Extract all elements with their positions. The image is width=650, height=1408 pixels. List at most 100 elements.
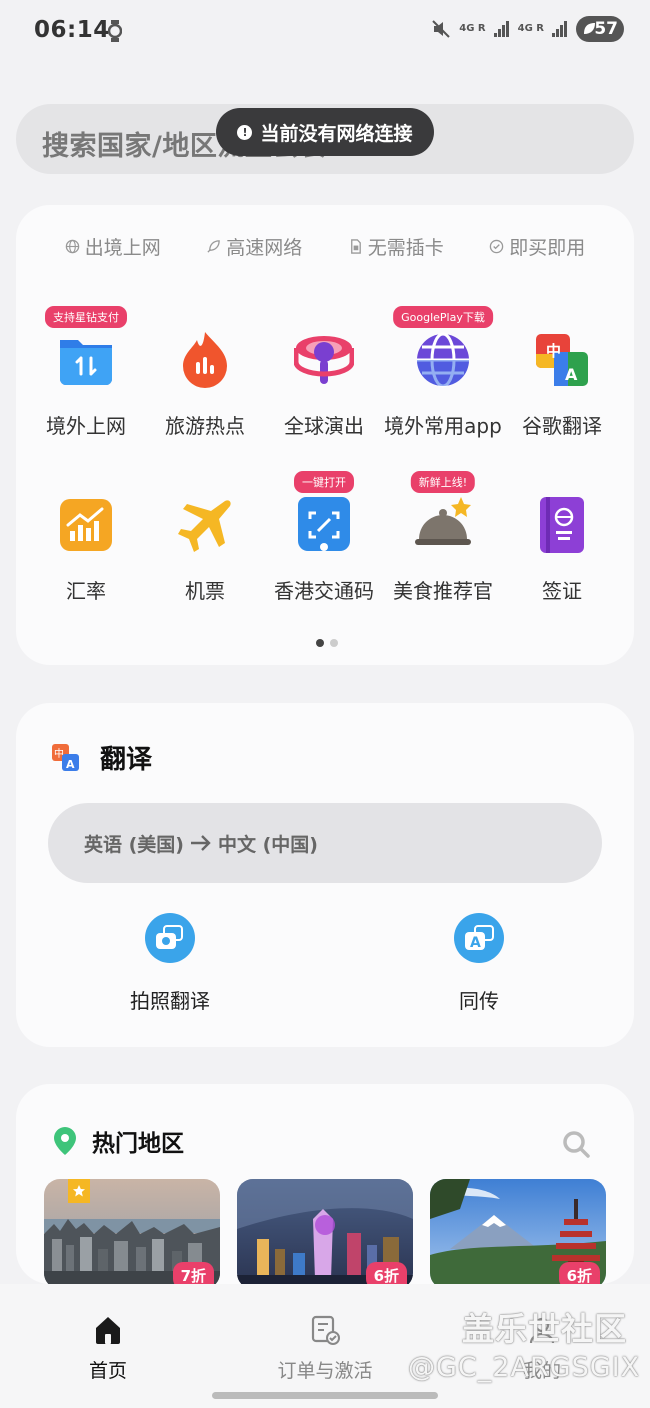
order-icon — [311, 1315, 340, 1345]
status-time: 06:14 — [34, 17, 110, 43]
service-badge: GooglePlay下载 — [393, 306, 493, 328]
service-global-shows[interactable]: 全球演出 — [264, 330, 384, 439]
airplane-icon — [178, 500, 231, 552]
signal-icon — [552, 21, 567, 37]
service-hk-transit-code[interactable]: 一键打开 香港交通码 — [264, 471, 384, 604]
feature-item: 无需插卡 — [348, 233, 444, 260]
target-language: 中文 (中国) — [217, 833, 318, 856]
hot-regions-title: 热门地区 — [92, 1131, 184, 1157]
rocket-icon — [207, 240, 221, 253]
search-icon[interactable] — [562, 1130, 590, 1158]
tool-photo-translate[interactable]: 拍照翻译 — [100, 913, 240, 1014]
google-translate-icon: 中 A — [536, 334, 588, 386]
hot-regions-header: 热门地区 — [54, 1124, 184, 1158]
tool-label: 拍照翻译 — [130, 989, 210, 1013]
tool-label: 同传 — [459, 989, 499, 1013]
exchange-chart-icon — [60, 499, 112, 551]
nav-orders[interactable]: 订单与激活 — [255, 1314, 395, 1383]
network-label-1: 4G R — [459, 23, 486, 34]
watch-icon — [108, 20, 122, 42]
service-label: 汇率 — [66, 579, 106, 603]
translate-title: 翻译 — [100, 745, 153, 775]
home-icon — [96, 1317, 120, 1344]
service-overseas-internet[interactable]: 支持星钻支付 境外上网 — [26, 306, 146, 439]
watermark-user: @GC_2ARGSGIX — [408, 1352, 641, 1383]
translate-card: 中 A 翻译 英语 (美国) 中文 (中国) 拍照翻译 A 同传 — [16, 703, 634, 1047]
microphone-icon — [293, 336, 355, 384]
service-label: 境外上网 — [46, 414, 126, 438]
tool-simultaneous[interactable]: A 同传 — [409, 913, 549, 1014]
service-label: 旅游热点 — [165, 414, 245, 438]
feature-item: 即买即用 — [489, 233, 585, 260]
discount-badge: 6折 — [365, 1262, 407, 1284]
nav-label: 首页 — [88, 1360, 127, 1382]
translate-icon: 中 A — [52, 743, 79, 771]
destination-japan[interactable]: 6折 — [430, 1179, 606, 1284]
page-indicator — [316, 639, 338, 647]
feature-label: 高速网络 — [226, 237, 303, 259]
watermark-brand: 盖乐世社区 — [462, 1310, 628, 1348]
toast-text: 当前没有网络连接 — [260, 122, 413, 145]
service-food-recommend[interactable]: 新鲜上线! 美食推荐官 — [383, 471, 503, 604]
service-badge: 新鲜上线! — [410, 471, 476, 493]
check-circle-icon — [489, 239, 504, 254]
location-pin-icon — [54, 1127, 76, 1155]
feature-label: 无需插卡 — [367, 237, 444, 259]
service-label: 签证 — [542, 579, 582, 603]
svg-text:A: A — [66, 758, 75, 771]
page-dot-active — [316, 639, 324, 647]
service-label: 谷歌翻译 — [522, 414, 602, 438]
service-label: 全球演出 — [284, 414, 364, 438]
nav-home[interactable]: 首页 — [38, 1314, 178, 1383]
language-selector[interactable]: 英语 (美国) 中文 (中国) — [48, 803, 602, 883]
svg-text:中: 中 — [54, 747, 64, 760]
feature-label: 即买即用 — [509, 237, 586, 259]
discount-badge: 7折 — [172, 1262, 214, 1284]
alert-icon: ! — [237, 124, 253, 140]
passport-icon — [540, 497, 584, 553]
simultaneous-translate-icon: A — [454, 913, 504, 963]
network-label-2: 4G R — [517, 23, 544, 34]
folder-data-icon — [60, 340, 112, 385]
service-label: 境外常用app — [384, 414, 502, 438]
mute-icon — [432, 20, 450, 38]
food-cloche-icon — [415, 497, 471, 545]
service-badge: 支持星钻支付 — [45, 306, 127, 328]
translate-header: 中 A 翻译 — [52, 739, 152, 776]
home-indicator[interactable] — [212, 1392, 438, 1399]
service-travel-hotspot[interactable]: 旅游热点 — [145, 330, 265, 439]
service-common-apps[interactable]: GooglePlay下载 境外常用app — [383, 306, 503, 439]
status-bar: 06:14 4G R 4G R 57 — [0, 0, 650, 62]
camera-translate-icon — [145, 913, 195, 963]
globe-app-icon — [417, 332, 469, 388]
scan-code-icon — [298, 497, 350, 551]
service-label: 香港交通码 — [274, 579, 374, 603]
page-dot — [330, 639, 338, 647]
hot-regions-card: 热门地区 7折 6折 6折 — [16, 1084, 634, 1284]
signal-icon — [493, 21, 509, 37]
feature-strip: 出境上网 高速网络 无需插卡 即买即用 — [16, 233, 634, 260]
flame-icon — [183, 332, 227, 388]
feature-label: 出境上网 — [84, 237, 161, 259]
svg-text:A: A — [565, 365, 578, 384]
service-label: 美食推荐官 — [393, 579, 493, 603]
globe-icon — [65, 239, 79, 254]
service-flights[interactable]: 机票 — [145, 495, 265, 604]
source-language: 英语 (美国) — [84, 833, 184, 856]
service-exchange-rate[interactable]: 汇率 — [26, 495, 146, 604]
feature-item: 高速网络 — [206, 233, 302, 260]
battery-level: 57 — [594, 19, 618, 39]
power-saving-icon — [584, 23, 595, 34]
destination-hong-kong[interactable]: 7折 — [44, 1179, 220, 1284]
service-badge: 一键打开 — [294, 471, 354, 493]
toast-no-network: ! 当前没有网络连接 — [216, 108, 434, 156]
services-card: 出境上网 高速网络 无需插卡 即买即用 支持星钻支付 境外上网 旅游热点 全球演… — [16, 205, 634, 665]
service-visa[interactable]: 签证 — [502, 495, 622, 604]
svg-text:中: 中 — [546, 342, 561, 360]
svg-text:A: A — [470, 935, 481, 951]
featured-star-icon — [68, 1179, 90, 1203]
destination-macau[interactable]: 6折 — [237, 1179, 413, 1284]
nav-label: 订单与激活 — [277, 1360, 373, 1382]
service-google-translate[interactable]: 中 A 谷歌翻译 — [502, 330, 622, 439]
sim-icon — [350, 239, 361, 254]
